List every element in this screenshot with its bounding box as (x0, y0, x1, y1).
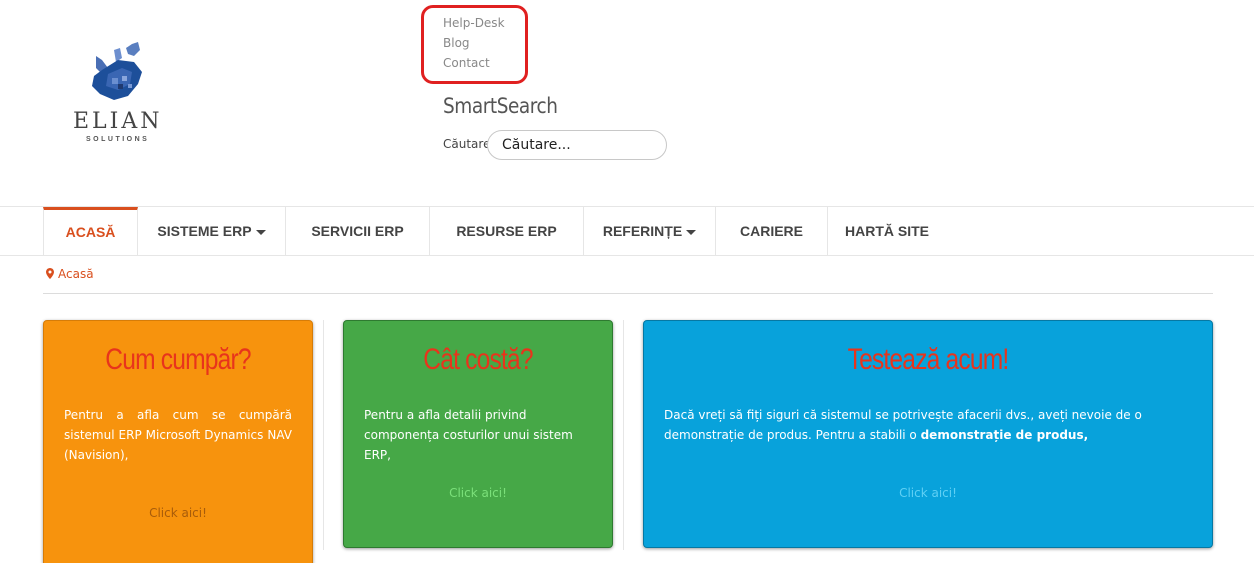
card-click-link[interactable]: Click aici! (644, 486, 1212, 500)
map-pin-icon (46, 268, 54, 279)
nav-label: REFERINȚE (602, 223, 683, 239)
moose-logo-icon (92, 42, 142, 100)
main-nav: ACASĂ SISTEME ERP SERVICII ERP RESURSE E… (0, 206, 1254, 256)
breadcrumb-label: Acasă (58, 267, 94, 281)
nav-item-sisteme-erp[interactable]: SISTEME ERP (138, 207, 286, 256)
smartsearch-title: SmartSearch (443, 94, 558, 118)
nav-item-referinte[interactable]: REFERINȚE (584, 207, 716, 256)
nav-item-harta-site[interactable]: HARTĂ SITE (828, 207, 946, 256)
card-title: Testează acum! (847, 343, 1010, 376)
card-text: Dacă vreți să fiți siguri că sistemul se… (664, 405, 1192, 445)
breadcrumb[interactable]: Acasă (46, 267, 94, 281)
card-cat-costa: Cât costă? Pentru a afla detalii privind… (343, 320, 613, 548)
caret-down-icon (686, 229, 697, 235)
nav-label: CARIERE (739, 223, 803, 239)
blog-link[interactable]: Blog (443, 36, 470, 50)
nav-item-cariere[interactable]: CARIERE (716, 207, 828, 256)
caret-down-icon (255, 229, 266, 235)
nav-label: HARTĂ SITE (845, 223, 929, 239)
search-label: Căutare (443, 137, 491, 151)
contact-link[interactable]: Contact (443, 56, 490, 70)
divider (43, 293, 1213, 294)
nav-label: SERVICII ERP (311, 223, 404, 239)
card-title: Cum cumpăr? (105, 343, 251, 376)
column-divider (623, 320, 624, 550)
top-links-highlight-box: Help-Desk Blog Contact (421, 5, 528, 84)
card-text-bold: demonstrație de produs, (920, 428, 1089, 442)
nav-item-acasa[interactable]: ACASĂ (43, 207, 138, 256)
card-click-link[interactable]: Click aici! (44, 506, 312, 520)
column-divider (323, 320, 324, 550)
helpdesk-link[interactable]: Help-Desk (443, 16, 505, 30)
card-title: Cât costă? (423, 343, 533, 376)
card-text: Pentru a afla cum se cumpără sistemul ER… (64, 408, 292, 462)
search-input[interactable] (487, 130, 667, 160)
logo-wordmark: ELIAN (73, 109, 163, 134)
nav-item-resurse-erp[interactable]: RESURSE ERP (430, 207, 584, 256)
nav-label: RESURSE ERP (456, 223, 557, 239)
elian-logo[interactable]: ELIAN SOLUTIONS (70, 40, 170, 150)
card-testeaza-acum: Testează acum! Dacă vreți să fiți siguri… (643, 320, 1213, 548)
card-cum-cumpar: Cum cumpăr? Pentru a afla cum se cumpără… (43, 320, 313, 563)
card-text: Pentru a afla detalii privind componența… (364, 408, 573, 462)
nav-item-servicii-erp[interactable]: SERVICII ERP (286, 207, 430, 256)
logo-tagline: SOLUTIONS (86, 136, 150, 143)
nav-label: SISTEME ERP (157, 223, 252, 239)
card-click-link[interactable]: Click aici! (344, 486, 612, 500)
nav-label: ACASĂ (65, 224, 116, 240)
